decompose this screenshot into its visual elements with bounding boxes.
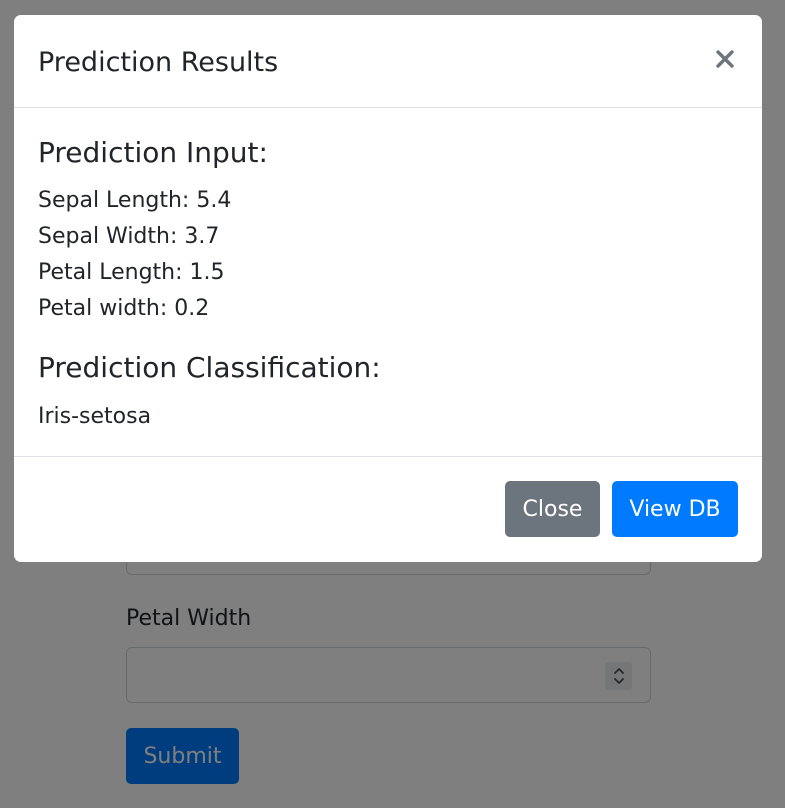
modal-title: Prediction Results: [38, 47, 279, 78]
input-label: Petal width:: [38, 296, 175, 321]
input-label: Sepal Width:: [38, 224, 185, 249]
modal-footer: Close View DB: [14, 457, 762, 562]
input-value: 0.2: [174, 296, 210, 321]
input-label: Sepal Length:: [38, 188, 197, 213]
petal-width-line: Petal width: 0.2: [38, 294, 209, 324]
prediction-classification-heading: Prediction Classification:: [38, 351, 381, 384]
input-value: 5.4: [196, 188, 232, 213]
modal-body: Prediction Input: Sepal Length: 5.4 Sepa…: [14, 108, 762, 457]
modal-header: Prediction Results: [14, 15, 762, 108]
sepal-width-line: Sepal Width: 3.7: [38, 222, 219, 252]
prediction-results-modal: Prediction Results Prediction Input: Sep…: [14, 15, 762, 562]
close-button[interactable]: Close: [505, 481, 600, 537]
input-value: 1.5: [189, 260, 225, 285]
classification-result: Iris-setosa: [38, 404, 152, 429]
close-icon[interactable]: [714, 48, 736, 70]
prediction-input-heading: Prediction Input:: [38, 136, 268, 169]
input-label: Petal Length:: [38, 260, 190, 285]
view-db-button[interactable]: View DB: [612, 481, 738, 537]
petal-length-line: Petal Length: 1.5: [38, 258, 225, 288]
sepal-length-line: Sepal Length: 5.4: [38, 186, 231, 216]
input-value: 3.7: [184, 224, 220, 249]
